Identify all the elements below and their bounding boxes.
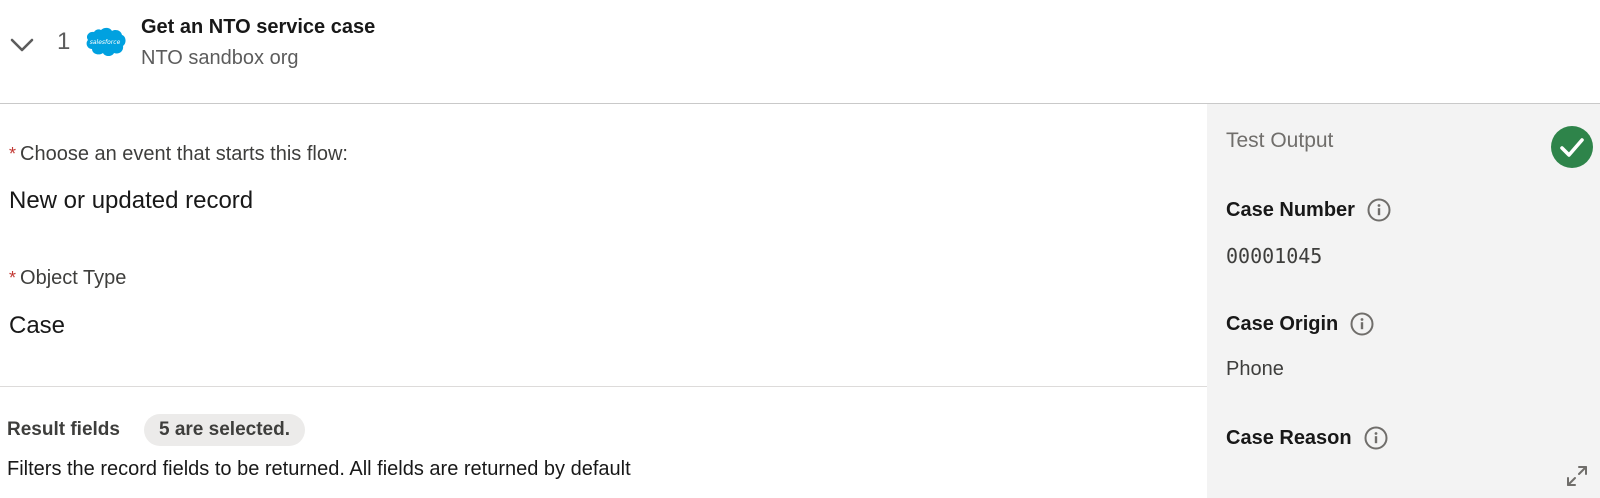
step-subtitle: NTO sandbox org <box>141 47 299 69</box>
test-output-title: Test Output <box>1226 129 1334 152</box>
info-icon[interactable] <box>1367 198 1391 222</box>
info-icon[interactable] <box>1364 426 1388 450</box>
object-type-label: * Object Type <box>9 267 127 289</box>
chevron-down-icon[interactable] <box>8 30 36 58</box>
output-field-value: Phone <box>1226 358 1284 380</box>
step-title: Get an NTO service case <box>141 16 376 38</box>
step-header: 1 salesforce Get an NTO service case NTO… <box>0 0 1600 104</box>
salesforce-logo-icon: salesforce <box>86 27 126 56</box>
check-circle-icon <box>1551 126 1593 168</box>
section-divider <box>0 386 1207 387</box>
step-number: 1 <box>57 28 71 55</box>
expand-icon[interactable] <box>1565 464 1589 488</box>
event-value[interactable]: New or updated record <box>9 187 253 215</box>
output-field-label: Case Number <box>1226 198 1391 222</box>
svg-text:salesforce: salesforce <box>90 39 121 46</box>
output-field-value: 00001045 <box>1226 244 1323 268</box>
result-fields-help-text: Filters the record fields to be returned… <box>7 458 631 480</box>
required-marker: * <box>9 268 17 288</box>
info-icon[interactable] <box>1350 312 1374 336</box>
test-output-panel: Test Output Case Number 00001045 Case Or… <box>1207 104 1600 498</box>
result-fields-label: Result fields <box>7 419 120 440</box>
required-marker: * <box>9 144 17 164</box>
output-field-label: Case Reason <box>1226 426 1388 450</box>
event-field-label: * Choose an event that starts this flow: <box>9 143 348 165</box>
result-fields-selected-badge[interactable]: 5 are selected. <box>144 414 305 446</box>
output-field-label: Case Origin <box>1226 312 1374 336</box>
object-type-value[interactable]: Case <box>9 312 65 340</box>
